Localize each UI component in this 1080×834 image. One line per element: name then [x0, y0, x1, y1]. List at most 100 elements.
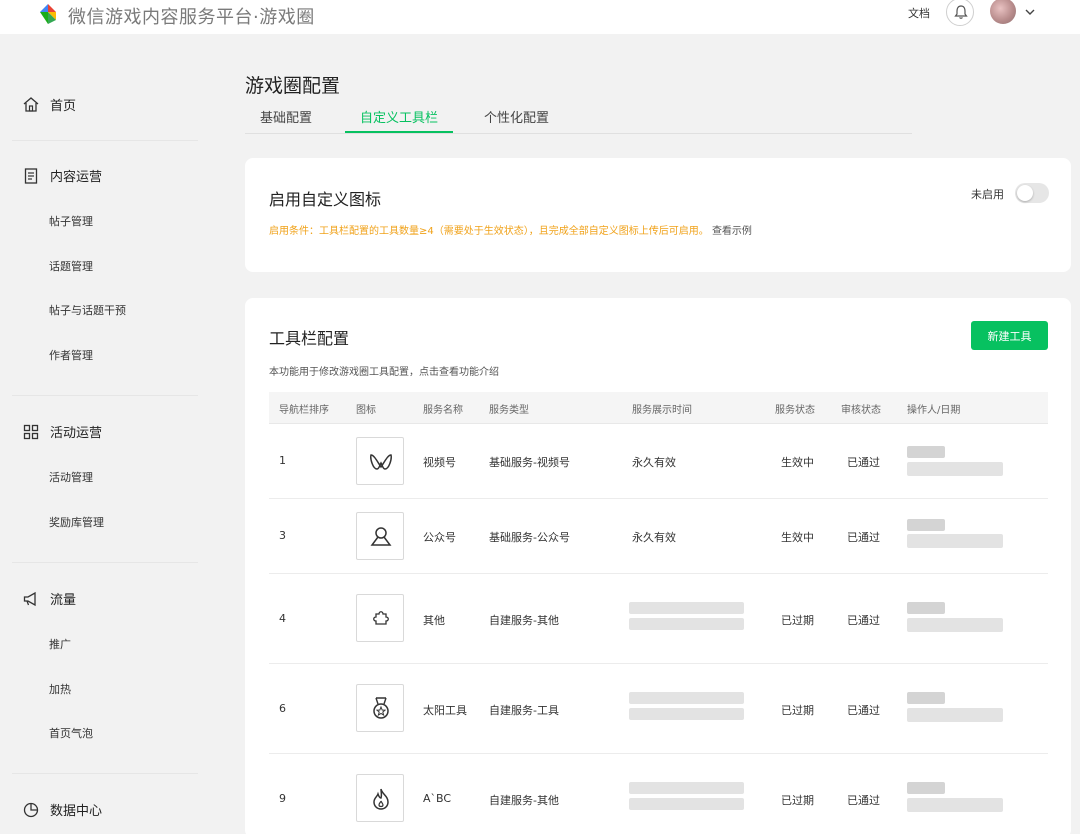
grid-icon: [23, 424, 39, 439]
new-tool-button[interactable]: 新建工具: [971, 321, 1048, 350]
service-name-cell: A`BC: [423, 792, 452, 805]
status-cell: 已过期: [781, 614, 814, 627]
table-header: 导航栏排序 图标 服务名称 服务类型 服务展示时间 服务状态 审核状态 操作人/…: [269, 392, 1048, 424]
tab-personalization[interactable]: 个性化配置: [484, 107, 549, 126]
service-name-cell: 公众号: [423, 531, 456, 544]
sidebar-item-label: 数据中心: [50, 804, 103, 819]
service-type-cell: 自建服务-其他: [489, 614, 559, 627]
sidebar-item-activity-management[interactable]: 活动管理: [49, 469, 93, 485]
tool-icon-box: [356, 512, 404, 560]
sidebar-divider: [12, 773, 198, 774]
operator-redacted: [907, 519, 945, 531]
switch-status-label: 未启用: [971, 188, 1004, 201]
sidebar-item-label: 流量: [50, 593, 77, 608]
home-icon: [23, 96, 39, 112]
sidebar-item-home[interactable]: 首页: [22, 95, 76, 114]
display-time-redacted: [629, 708, 744, 720]
table-row[interactable]: 3 公众号 基础服务-公众号 永久有效 生效中 已通过: [269, 499, 1048, 574]
service-type-cell: 基础服务-公众号: [489, 531, 570, 544]
service-type-cell: 基础服务-视频号: [489, 456, 570, 469]
toolbar-config-title: 工具栏配置: [269, 329, 350, 348]
column-header: 服务展示时间: [632, 405, 692, 416]
order-cell: 9: [279, 792, 286, 805]
app-title: 微信游戏内容服务平台·游戏圈: [68, 7, 315, 28]
puzzle-icon: [373, 611, 389, 625]
user-avatar[interactable]: [990, 0, 1016, 24]
top-bar: 微信游戏内容服务平台·游戏圈 文档: [0, 0, 1080, 34]
custom-icon-title: 启用自定义图标: [269, 190, 382, 209]
review-cell: 已通过: [847, 614, 880, 627]
sidebar-item-label: 内容运营: [50, 170, 103, 185]
sidebar-divider: [12, 562, 198, 563]
sidebar-item-reward-library[interactable]: 奖励库管理: [49, 514, 104, 530]
view-example-link[interactable]: 查看示例: [712, 226, 752, 237]
tool-icon-box: [356, 437, 404, 485]
column-header: 审核状态: [841, 405, 881, 416]
sidebar-item-data-center[interactable]: 数据中心: [22, 800, 102, 819]
display-time-redacted: [629, 782, 744, 794]
tab-basic-config[interactable]: 基础配置: [260, 107, 312, 126]
page-title: 游戏圈配置: [245, 75, 341, 97]
tab-bar: 基础配置 自定义工具栏 个性化配置: [245, 100, 912, 134]
order-cell: 4: [279, 612, 286, 625]
toggle-knob: [1017, 185, 1033, 201]
table-row[interactable]: 4 其他 自建服务-其他 已过期 已通过: [269, 574, 1048, 664]
official-account-icon: [370, 527, 392, 546]
chevron-down-icon[interactable]: [1024, 6, 1036, 18]
sidebar-item-author-management[interactable]: 作者管理: [49, 347, 93, 363]
toolbar-config-card: 工具栏配置 新建工具 本功能用于修改游戏圈工具配置，点击查看功能介绍 导航栏排序…: [245, 298, 1071, 834]
status-cell: 已过期: [781, 794, 814, 807]
operator-redacted: [907, 782, 945, 794]
tool-icon-box: [356, 684, 404, 732]
review-cell: 已通过: [847, 531, 880, 544]
sidebar-item-intervention[interactable]: 帖子与话题干预: [49, 302, 126, 318]
review-cell: 已通过: [847, 794, 880, 807]
date-redacted: [907, 462, 1003, 476]
display-time-redacted: [629, 692, 744, 704]
service-type-cell: 自建服务-工具: [489, 704, 559, 717]
custom-icon-card: 启用自定义图标 未启用 启用条件：工具栏配置的工具数量≥4（需要处于生效状态），…: [245, 158, 1071, 272]
table-row[interactable]: 6 太阳工具 自建服务-工具 已过期 已通过: [269, 664, 1048, 754]
table-row[interactable]: 9 A`BC 自建服务-其他 已过期 已通过: [269, 754, 1048, 834]
table-row[interactable]: 1 视频号 基础服务-视频号 永久有效 生效中 已通过: [269, 424, 1048, 499]
channels-icon: [370, 454, 392, 470]
column-header: 服务状态: [775, 405, 815, 416]
sidebar-divider: [12, 140, 198, 141]
sidebar-item-boost[interactable]: 加热: [49, 681, 71, 697]
custom-icon-toggle[interactable]: [1015, 183, 1049, 203]
date-redacted: [907, 798, 1003, 812]
display-time-redacted: [629, 602, 744, 614]
sidebar-item-post-management[interactable]: 帖子管理: [49, 213, 93, 229]
document-icon: [24, 167, 38, 184]
sidebar-item-home-bubble[interactable]: 首页气泡: [49, 725, 93, 741]
column-header: 导航栏排序: [279, 405, 329, 416]
sidebar-item-topic-management[interactable]: 话题管理: [49, 258, 93, 274]
sidebar-item-promotion[interactable]: 推广: [49, 636, 71, 652]
app-logo: [40, 4, 56, 24]
display-time-cell: 永久有效: [632, 531, 676, 544]
tool-icon-box: [356, 594, 404, 642]
service-name-cell: 太阳工具: [423, 704, 467, 717]
sidebar: 首页 内容运营 帖子管理 话题管理 帖子与话题干预 作者管理 活动运营 活动管理…: [0, 34, 210, 834]
column-header: 操作人/日期: [907, 405, 961, 416]
sidebar-item-activity-ops[interactable]: 活动运营: [22, 422, 102, 441]
order-cell: 3: [279, 529, 286, 542]
order-cell: 1: [279, 454, 286, 467]
active-tab-indicator: [345, 131, 453, 133]
operator-redacted: [907, 692, 945, 704]
service-name-cell: 其他: [423, 614, 445, 627]
tab-custom-toolbar[interactable]: 自定义工具栏: [360, 107, 438, 126]
review-cell: 已通过: [847, 456, 880, 469]
megaphone-icon: [23, 591, 36, 606]
toolbar-description[interactable]: 本功能用于修改游戏圈工具配置，点击查看功能介绍: [269, 363, 499, 378]
service-type-cell: 自建服务-其他: [489, 794, 559, 807]
notification-button[interactable]: [946, 0, 974, 26]
sidebar-item-content-ops[interactable]: 内容运营: [22, 166, 102, 185]
sidebar-divider: [12, 395, 198, 396]
display-time-cell: 永久有效: [632, 456, 676, 469]
column-header: 服务类型: [489, 405, 529, 416]
column-header: 服务名称: [423, 405, 463, 416]
docs-link[interactable]: 文档: [908, 5, 930, 21]
order-cell: 6: [279, 702, 286, 715]
sidebar-item-traffic[interactable]: 流量: [22, 589, 76, 608]
